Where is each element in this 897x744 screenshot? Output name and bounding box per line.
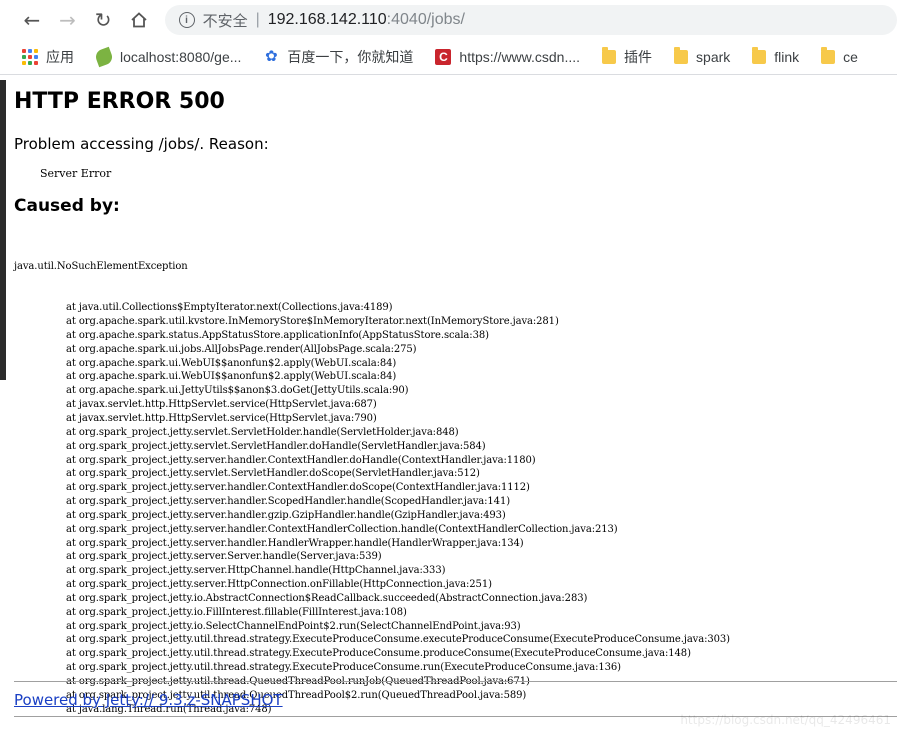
stack-frame-line: at org.spark_project.jetty.server.handle… — [66, 482, 530, 494]
bookmark-label: 应用 — [46, 49, 74, 65]
url-path: :4040/jobs/ — [386, 11, 465, 28]
leaf-icon — [93, 46, 115, 68]
bookmark-csdn[interactable]: C https://www.csdn.... — [435, 49, 580, 65]
bookmark-folder-plugins[interactable]: 插件 — [602, 47, 652, 67]
home-button[interactable] — [121, 2, 157, 38]
stack-frame-line: at org.spark_project.jetty.io.FillIntere… — [66, 606, 407, 618]
stack-frame-line: at org.apache.spark.status.AppStatusStor… — [66, 329, 489, 341]
stack-frame-line: at org.spark_project.jetty.servlet.Servl… — [66, 468, 480, 480]
reload-button[interactable]: ↻ — [85, 2, 121, 38]
stack-frame-line: at org.spark_project.jetty.server.Server… — [66, 551, 382, 563]
stack-frame-line: at org.spark_project.jetty.servlet.Servl… — [66, 440, 486, 452]
bookmark-label: localhost:8080/ge... — [120, 49, 242, 65]
problem-text: Problem accessing /jobs/. Reason: — [14, 135, 269, 153]
stack-frame-line: at org.spark_project.jetty.server.HttpCh… — [66, 565, 446, 577]
apps-grid-icon — [22, 49, 38, 65]
bookmark-label: spark — [696, 49, 731, 65]
stack-frame-line: at org.apache.spark.ui.JettyUtils$$anon$… — [66, 385, 409, 397]
arrow-right-icon: → — [59, 8, 76, 32]
exception-name: java.util.NoSuchElementException — [14, 260, 188, 272]
arrow-left-icon: ← — [23, 8, 41, 32]
bookmark-baidu[interactable]: ✿ 百度一下，你就知道 — [263, 47, 413, 67]
folder-icon — [821, 47, 836, 64]
stack-frames: at java.util.Collections$EmptyIterator.n… — [14, 301, 897, 716]
bookmark-label: 插件 — [624, 49, 653, 65]
error-page: HTTP ERROR 500 Problem accessing /jobs/.… — [14, 74, 897, 744]
folder-icon — [752, 47, 767, 64]
error-heading: HTTP ERROR 500 — [14, 89, 225, 114]
left-window-edge — [0, 80, 6, 380]
stack-frame-line: at org.apache.spark.ui.WebUI$$anonfun$2.… — [66, 357, 397, 369]
stack-frame-line: at org.spark_project.jetty.server.handle… — [66, 496, 511, 508]
baidu-paw-icon: ✿ — [265, 48, 278, 65]
home-icon — [131, 12, 147, 28]
bookmark-apps[interactable]: 应用 — [22, 47, 74, 67]
bookmarks-bar: 应用 localhost:8080/ge... ✿ 百度一下，你就知道 C ht… — [0, 40, 897, 75]
bookmark-label: https://www.csdn.... — [459, 49, 581, 65]
stack-frame-line: at java.util.Collections$EmptyIterator.n… — [66, 302, 393, 314]
reason-text: Server Error — [40, 167, 112, 180]
stack-frame-line: at org.spark_project.jetty.io.AbstractCo… — [66, 592, 588, 604]
back-button[interactable]: ← — [14, 2, 50, 38]
address-separator: | — [255, 11, 260, 28]
stack-frame-line: at org.spark_project.jetty.servlet.Servl… — [66, 426, 459, 438]
url-host: 192.168.142.110 — [267, 11, 387, 28]
reload-icon: ↻ — [94, 8, 112, 32]
bookmark-label: flink — [774, 49, 800, 65]
stack-frame-line: at org.apache.spark.ui.WebUI$$anonfun$2.… — [66, 371, 397, 383]
bookmark-localhost[interactable]: localhost:8080/ge... — [93, 46, 242, 68]
stack-frame-line: at org.spark_project.jetty.server.HttpCo… — [66, 579, 492, 591]
stack-trace: java.util.NoSuchElementException at java… — [14, 232, 897, 744]
address-bar[interactable]: i 不安全 | 192.168.142.110 :4040/jobs/ — [164, 5, 897, 35]
watermark: https://blog.csdn.net/qq_42496461 — [680, 713, 891, 727]
stack-frame-line: at org.spark_project.jetty.util.thread.s… — [66, 648, 691, 660]
stack-frame-line: at org.spark_project.jetty.server.handle… — [66, 509, 506, 521]
csdn-icon: C — [435, 49, 452, 65]
bookmark-folder-flink[interactable]: flink — [752, 47, 800, 65]
folder-icon — [674, 47, 689, 64]
insecure-label: 不安全 — [202, 12, 248, 30]
stack-frame-line: at javax.servlet.http.HttpServlet.servic… — [66, 399, 377, 411]
bookmark-label: 百度一下，你就知道 — [287, 49, 414, 65]
browser-toolbar: ← → ↻ i 不安全 | 192.168.142.110 :4040/jobs… — [0, 0, 897, 40]
info-icon[interactable]: i — [178, 12, 195, 28]
bookmark-folder-spark[interactable]: spark — [674, 47, 731, 65]
stack-frame-line: at org.spark_project.jetty.server.handle… — [66, 454, 536, 466]
footer-rule-top — [14, 681, 897, 682]
caused-by-heading: Caused by: — [14, 196, 120, 216]
folder-icon — [602, 47, 617, 64]
stack-frame-line: at org.spark_project.jetty.io.SelectChan… — [66, 620, 521, 632]
bookmark-folder-ce[interactable]: ce — [821, 47, 858, 65]
stack-frame-line: at javax.servlet.http.HttpServlet.servic… — [66, 412, 377, 424]
stack-frame-line: at org.spark_project.jetty.util.thread.s… — [66, 662, 621, 674]
stack-frame-line: at org.apache.spark.ui.jobs.AllJobsPage.… — [66, 343, 417, 355]
stack-frame-line: at org.spark_project.jetty.util.thread.s… — [66, 634, 730, 646]
forward-button[interactable]: → — [50, 2, 86, 38]
bookmark-label: ce — [843, 49, 858, 65]
stack-frame-line: at org.spark_project.jetty.server.handle… — [66, 537, 524, 549]
powered-by-jetty-link[interactable]: Powered by Jetty:// 9.3.z-SNAPSHOT — [14, 691, 283, 709]
stack-frame-line: at org.apache.spark.util.kvstore.InMemor… — [66, 316, 559, 328]
stack-frame-line: at org.spark_project.jetty.server.handle… — [66, 523, 618, 535]
